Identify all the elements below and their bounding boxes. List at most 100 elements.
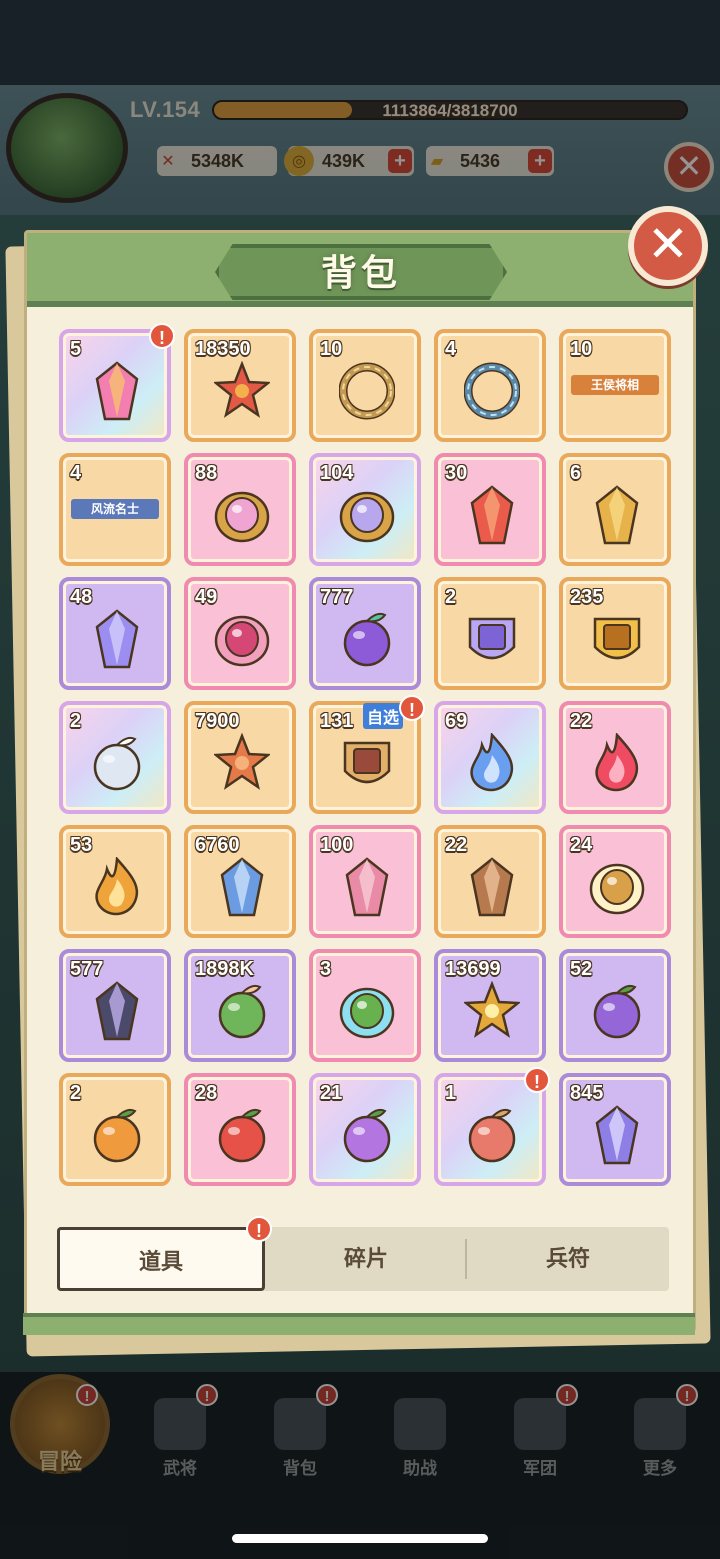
item-count: 49 — [195, 586, 218, 608]
item-count: 69 — [445, 710, 468, 732]
gold-general-badge-icon — [589, 609, 645, 669]
coral-branch-icon — [212, 732, 272, 793]
alert-icon: ! — [399, 695, 425, 721]
item-count: 1898K — [195, 958, 254, 980]
wave-ring-icon — [463, 361, 521, 421]
orange-fruit-icon — [89, 1105, 145, 1165]
item-slot[interactable]: 48 — [59, 577, 171, 690]
item-slot[interactable]: 1! — [434, 1067, 550, 1186]
item-count: 18350 — [195, 338, 251, 360]
item-slot[interactable]: 577 — [59, 949, 171, 1062]
pearl-orb-icon — [89, 733, 145, 793]
item-slot[interactable]: 3 — [309, 949, 421, 1062]
red-star-icon — [212, 360, 272, 421]
item-slot[interactable]: 2 — [434, 577, 546, 690]
pink-pillar-crystal-icon — [339, 857, 395, 917]
item-count: 30 — [445, 462, 468, 484]
blue-flame-icon — [464, 732, 520, 793]
item-slot[interactable]: 100 — [309, 825, 421, 938]
item-slot[interactable]: 30 — [434, 453, 546, 566]
item-count: 7900 — [195, 710, 240, 732]
item-count: 24 — [570, 834, 593, 856]
backpack-tabs: 道具! 碎片 兵符 — [57, 1216, 669, 1291]
item-count: 845 — [570, 1082, 604, 1104]
red-crystal-icon — [464, 485, 520, 545]
item-name-plate: 王侯将相 — [571, 375, 659, 395]
item-slot[interactable]: 6 — [559, 453, 671, 566]
tab-fragments[interactable]: 碎片 — [265, 1227, 467, 1291]
dark-crystal-cluster-icon — [89, 981, 145, 1041]
item-count: 6760 — [195, 834, 240, 856]
item-count: 10 — [320, 338, 343, 360]
item-count: 22 — [570, 710, 593, 732]
item-count: 13699 — [445, 958, 501, 980]
item-slot[interactable]: 104 — [309, 453, 421, 566]
item-count: 577 — [70, 958, 104, 980]
item-slot[interactable]: 13699 — [434, 949, 546, 1062]
alert-icon: ! — [149, 323, 175, 349]
item-slot[interactable]: 24 — [559, 825, 671, 938]
violet-fruit-icon — [339, 1105, 395, 1165]
item-slot[interactable]: 52 — [559, 949, 671, 1062]
close-panel-button[interactable]: ✕ — [628, 206, 708, 286]
alert-icon: ! — [524, 1067, 550, 1093]
item-count: 22 — [445, 834, 468, 856]
item-slot[interactable]: 风流名士 4 — [59, 453, 171, 566]
item-grid: 5! 18350 10 4 王侯将相 10 风流名士 4 88 104 30 6 48 49 777 2 235… — [59, 323, 671, 1186]
item-slot[interactable]: 7900 — [184, 701, 296, 814]
item-slot[interactable]: 6760 — [184, 825, 296, 938]
item-slot[interactable]: 69 — [434, 701, 546, 814]
item-slot[interactable]: 22 — [559, 701, 671, 814]
item-count: 235 — [570, 586, 604, 608]
item-slot[interactable]: 235 — [559, 577, 671, 690]
item-count: 2 — [445, 586, 457, 608]
item-slot[interactable]: 53 — [59, 825, 171, 938]
tab-label: 道具 — [138, 1249, 183, 1274]
purple-crystal-icon — [89, 609, 145, 669]
panel-header: 背包 — [27, 233, 693, 307]
item-count: 52 — [570, 958, 593, 980]
star-key-icon — [462, 980, 522, 1041]
purple-fruit-icon — [589, 981, 645, 1041]
item-slot[interactable]: 777 — [309, 577, 421, 690]
tab-tallies[interactable]: 兵符 — [467, 1227, 669, 1291]
item-slot[interactable]: 28 — [184, 1073, 296, 1186]
item-count: 104 — [320, 462, 354, 484]
item-slot[interactable]: 22 — [434, 825, 546, 938]
leaf-gem-icon — [339, 981, 395, 1041]
item-slot[interactable]: 1898K — [184, 949, 296, 1062]
item-slot[interactable]: 131 自选! — [309, 695, 425, 814]
ruby-gem-icon — [214, 609, 270, 669]
item-slot[interactable]: 2 — [59, 1073, 171, 1186]
brown-pillar-crystal-icon — [464, 857, 520, 917]
item-slot[interactable]: 845 — [559, 1073, 671, 1186]
home-indicator[interactable] — [232, 1534, 488, 1543]
tab-label: 碎片 — [343, 1246, 388, 1271]
item-slot[interactable]: 10 — [309, 329, 421, 442]
item-slot[interactable]: 49 — [184, 577, 296, 690]
item-count: 21 — [320, 1082, 343, 1104]
item-count: 3 — [320, 958, 332, 980]
item-count: 10 — [570, 338, 593, 360]
close-icon: ✕ — [647, 216, 689, 272]
item-slot[interactable]: 2 — [59, 701, 171, 814]
item-slot[interactable]: 4 — [434, 329, 546, 442]
tab-items[interactable]: 道具! — [57, 1216, 272, 1291]
item-count: 48 — [70, 586, 93, 608]
item-name-plate: 风流名士 — [71, 499, 159, 519]
item-slot[interactable]: 21 — [309, 1073, 421, 1186]
item-count: 4 — [445, 338, 457, 360]
item-slot[interactable]: 88 — [184, 453, 296, 566]
item-count: 2 — [70, 1082, 82, 1104]
gold-flame-icon — [89, 856, 145, 917]
item-count: 5 — [70, 338, 82, 360]
tab-label: 兵符 — [545, 1246, 590, 1271]
item-count: 88 — [195, 462, 218, 484]
item-slot[interactable]: 5! — [59, 323, 175, 442]
backpack-panel: 背包 5! 18350 10 4 王侯将相 10 风流名士 4 88 104 30 6 48 49 777 2… — [23, 230, 696, 1335]
item-grid-scroll[interactable]: 5! 18350 10 4 王侯将相 10 风流名士 4 88 104 30 6 48 49 777 2 235… — [55, 307, 671, 1207]
item-slot[interactable]: 王侯将相 10 — [559, 329, 671, 442]
orb-bowl-icon — [339, 609, 395, 669]
red-fruit-icon — [214, 1105, 270, 1165]
item-slot[interactable]: 18350 — [184, 329, 296, 442]
